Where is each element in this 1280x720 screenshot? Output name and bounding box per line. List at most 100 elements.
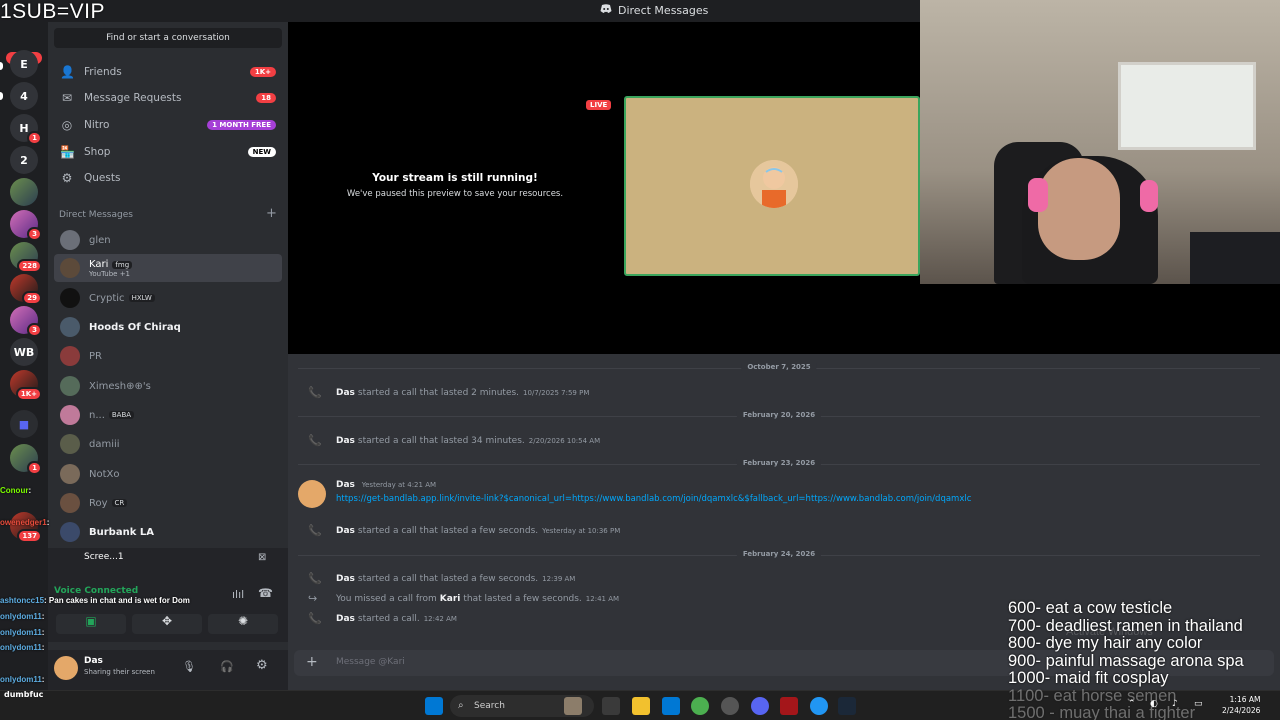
store-icon[interactable]	[662, 697, 680, 715]
missed-call-icon: ↪	[308, 592, 318, 605]
settings-icon[interactable]: ⚙	[256, 658, 268, 673]
paused-subtitle: We've paused this preview to save your r…	[346, 189, 564, 199]
avatar	[60, 288, 80, 308]
unread-pill	[0, 92, 3, 100]
widgets-icon[interactable]	[564, 697, 582, 715]
goal-line: 1000- maid fit cosplay	[1008, 669, 1169, 687]
search-input[interactable]: Find or start a conversation	[54, 28, 282, 48]
phone-icon: 📞	[308, 434, 322, 447]
dm-item[interactable]: PR	[54, 342, 282, 370]
avatar	[60, 405, 80, 425]
server-icon[interactable]: 3	[10, 210, 42, 241]
webcam-window	[1118, 62, 1256, 150]
nitro-icon: ◎	[61, 118, 73, 132]
headphones-left	[1028, 178, 1048, 212]
dm-item[interactable]: Hoods Of Chiraq	[54, 313, 282, 341]
noise-icon[interactable]: ılıl	[232, 588, 244, 601]
nav-label: Nitro	[84, 119, 110, 131]
dm-item[interactable]: damiii	[54, 430, 282, 458]
dm-item-selected[interactable]: Kari fmg YouTube +1	[54, 254, 282, 282]
call-entry: 📞 Das started a call that lasted 2 minute…	[308, 386, 590, 399]
browser-icon[interactable]	[810, 697, 828, 715]
avatar	[60, 346, 80, 366]
avatar	[60, 434, 80, 454]
start-icon[interactable]	[425, 697, 443, 715]
create-dm-icon[interactable]: +	[266, 206, 277, 221]
avatar[interactable]	[298, 480, 326, 508]
goal-line: 900- painful massage arona spa	[1008, 651, 1244, 670]
window-title-text: Direct Messages	[618, 4, 709, 17]
dm-item[interactable]: NotXo	[54, 460, 282, 488]
live-badge: LIVE	[586, 100, 612, 110]
participant-avatar	[750, 160, 798, 208]
participant-tile[interactable]	[624, 96, 920, 276]
nav-label: Shop	[84, 146, 111, 158]
file-explorer-icon[interactable]	[632, 697, 650, 715]
avatar	[60, 230, 80, 250]
server-icon[interactable]: 29	[10, 274, 42, 305]
dm-item[interactable]: Roy CR	[54, 489, 282, 517]
message-header: Das Yesterday at 4:21 AM	[336, 480, 437, 490]
goal-line: 1100- eat horse semen	[1008, 686, 1177, 705]
server-icon[interactable]: E	[10, 50, 38, 78]
server-icon[interactable]	[10, 178, 38, 206]
webcam-face	[1038, 158, 1120, 260]
avatar	[60, 493, 80, 513]
goal-line: 1500 - muay thai a fighter	[1008, 704, 1196, 720]
folder-icon[interactable]: ■	[10, 410, 38, 438]
nav-quests[interactable]: ⚙ Quests	[54, 166, 282, 190]
nav-friends[interactable]: 👤 Friends 1K+	[54, 60, 282, 84]
date-divider: February 20, 2026	[298, 411, 1260, 419]
app-icon[interactable]	[721, 697, 739, 715]
server-icon[interactable]: 1	[10, 444, 42, 475]
add-attachment-icon[interactable]: +	[306, 654, 318, 670]
voice-panel: Scree...1 ⊠ Voice Connected ılıl ☎ ▣ ✥ ✺	[48, 548, 288, 642]
stream-overlay-footer: dumbfuc	[4, 690, 44, 699]
server-icon[interactable]: WB	[10, 338, 38, 366]
overlay-chat-line: onlydom11:	[0, 612, 45, 621]
screen-share-button[interactable]: ▣	[56, 614, 126, 634]
server-icon[interactable]: 4	[10, 82, 38, 110]
call-entry: 📞 Das started a call that lasted a few se…	[308, 524, 621, 537]
steam-icon[interactable]	[838, 697, 856, 715]
overlay-chat-line: ashtoncc15: Pan cakes in chat and is wet…	[0, 596, 190, 605]
popout-icon[interactable]: ⊠	[258, 552, 266, 563]
server-icon[interactable]: 3	[10, 306, 42, 337]
soundboard-button[interactable]: ✺	[208, 614, 278, 634]
acrobat-icon[interactable]	[780, 697, 798, 715]
dm-item[interactable]: n... BABA	[54, 401, 282, 429]
discord-icon[interactable]	[751, 697, 769, 715]
nav-shop[interactable]: 🏪 Shop NEW	[54, 140, 282, 164]
goal-line: 700- deadliest ramen in thailand	[1008, 616, 1243, 635]
server-icon[interactable]: 2	[10, 146, 38, 174]
headphones-icon[interactable]: 🎧	[220, 660, 234, 673]
server-icon[interactable]: H1	[10, 114, 42, 145]
chrome-icon[interactable]	[691, 697, 709, 715]
dm-item[interactable]: Cryptic HXLW	[54, 284, 282, 312]
avatar	[60, 258, 80, 278]
nav-nitro[interactable]: ◎ Nitro 1 MONTH FREE	[54, 113, 282, 137]
quests-icon: ⚙	[61, 171, 73, 185]
microphone-icon[interactable]: 🎙	[182, 660, 196, 673]
message-link[interactable]: https://get-bandlab.app.link/invite-link…	[336, 494, 971, 504]
date-divider: February 24, 2026	[298, 550, 1260, 558]
nav-label: Quests	[84, 172, 121, 184]
dm-item[interactable]: Ximesh⊕⊕'s	[54, 372, 282, 400]
paused-title: Your stream is still running!	[372, 172, 538, 184]
stream-paused-notice: Your stream is still running! We've paus…	[288, 172, 622, 199]
overlay-chat-line: Conour:	[0, 486, 32, 495]
nav-message-requests[interactable]: ✉ Message Requests 18	[54, 86, 282, 110]
dm-item[interactable]: glen	[54, 226, 282, 254]
shop-icon: 🏪	[60, 145, 75, 159]
avatar[interactable]	[54, 656, 78, 680]
server-icon[interactable]: 1K+	[10, 370, 42, 401]
server-icon[interactable]: 228	[10, 242, 42, 273]
disconnect-icon[interactable]: ☎	[258, 586, 273, 600]
dm-item[interactable]: Burbank LA	[54, 518, 282, 546]
activities-button[interactable]: ✥	[132, 614, 202, 634]
missed-call-entry: ↪ You missed a call from Kari that lasted …	[308, 592, 620, 605]
webcam-overlay	[920, 0, 1280, 284]
task-view-icon[interactable]	[602, 697, 620, 715]
screen-share-label: Scree...1	[84, 552, 124, 562]
count-badge: 18	[256, 93, 276, 103]
